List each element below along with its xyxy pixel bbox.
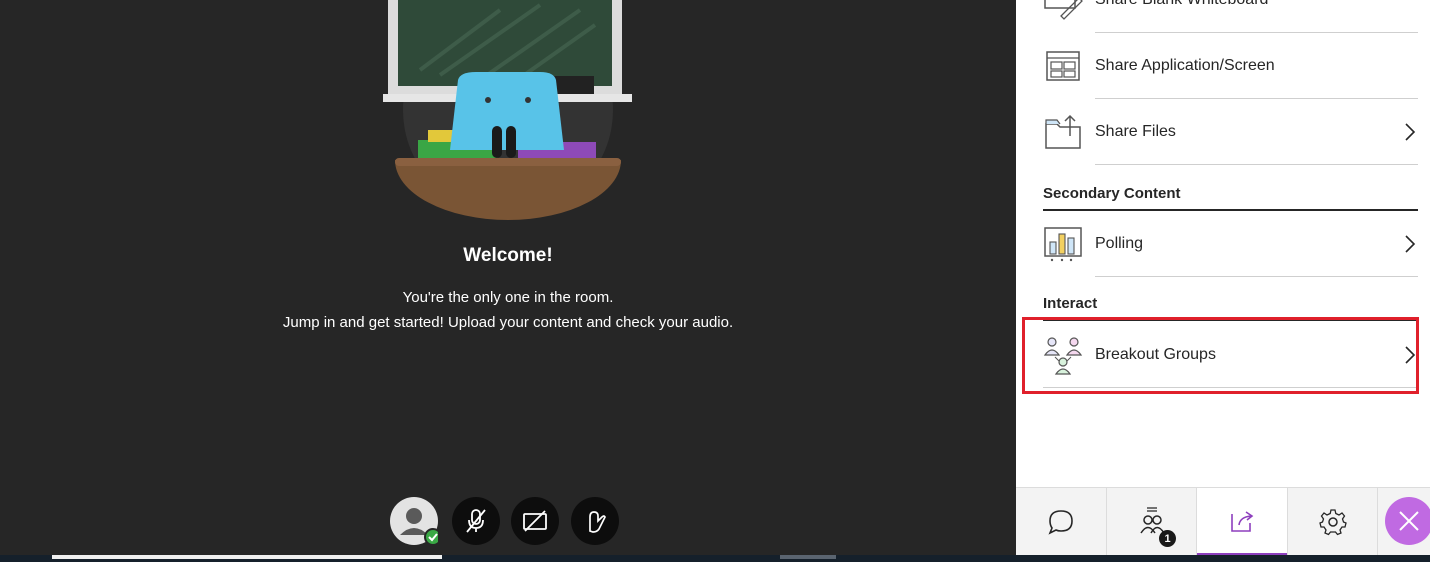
taskbar-segment <box>52 555 442 559</box>
share-application-screen-label: Share Application/Screen <box>1095 57 1275 74</box>
share-blank-whiteboard-label: Share Blank Whiteboard <box>1095 0 1268 9</box>
welcome-title: Welcome! <box>463 245 553 266</box>
classroom-illustration <box>383 0 632 220</box>
welcome-message-line-2: Jump in and get started! Upload your con… <box>282 314 734 331</box>
raise-hand-button[interactable] <box>571 497 619 545</box>
settings-tab[interactable] <box>1288 488 1378 556</box>
chat-icon <box>1048 510 1073 535</box>
secondary-content-heading: Secondary Content <box>1043 185 1181 202</box>
share-content-icon <box>1231 510 1254 532</box>
nav-divider <box>1377 488 1378 556</box>
share-blank-whiteboard-item[interactable]: Share Blank Whiteboard <box>1043 0 1418 33</box>
share-content-tab[interactable] <box>1197 488 1287 556</box>
divider <box>1095 164 1418 165</box>
poll-chart-icon <box>1044 227 1082 262</box>
chat-tab[interactable] <box>1016 488 1106 556</box>
share-files-item[interactable]: Share Files <box>1043 99 1418 165</box>
gear-icon <box>1319 509 1347 536</box>
main-stage: Welcome! You're the only one in the room… <box>0 0 1016 555</box>
attendee-count-badge: 1 <box>1159 530 1176 547</box>
folder-share-icon <box>1045 114 1081 149</box>
microphone-button[interactable] <box>452 497 500 545</box>
taskbar-strip <box>0 555 1430 562</box>
divider <box>1095 276 1418 277</box>
my-status-button[interactable] <box>390 497 438 545</box>
attendees-tab[interactable] <box>1107 488 1197 556</box>
share-content-panel: Share Blank Whiteboard Share Application… <box>1016 0 1430 556</box>
camera-off-icon <box>523 510 547 532</box>
bottom-navigation <box>1016 487 1430 556</box>
whiteboard-icon <box>1044 0 1083 20</box>
chevron-right-icon <box>1405 123 1416 141</box>
close-icon <box>1399 511 1419 531</box>
avatar-icon <box>400 508 438 545</box>
microphone-muted-icon <box>466 509 486 533</box>
polling-label: Polling <box>1095 235 1144 252</box>
screen-share-icon <box>1046 51 1080 81</box>
polling-item[interactable]: Polling <box>1043 211 1418 277</box>
camera-button[interactable] <box>511 497 559 545</box>
interact-heading: Interact <box>1043 295 1098 312</box>
share-files-label: Share Files <box>1095 123 1176 140</box>
welcome-message-line-1: You're the only one in the room. <box>402 289 614 306</box>
chevron-right-icon <box>1405 235 1416 253</box>
raise-hand-icon <box>589 511 606 533</box>
close-panel-button[interactable] <box>1385 497 1430 545</box>
share-application-screen-item[interactable]: Share Application/Screen <box>1043 33 1418 99</box>
highlight-box <box>1022 317 1419 394</box>
taskbar-segment <box>780 555 836 559</box>
